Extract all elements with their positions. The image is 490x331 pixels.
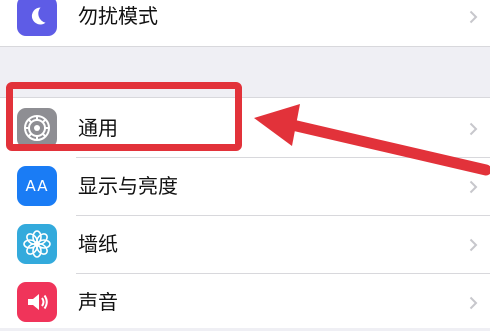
settings-group-main: 通用 AA 显示与亮度 墙纸 声音 xyxy=(0,97,490,328)
text-size-glyph: AA xyxy=(25,177,49,195)
settings-row-display-brightness[interactable]: AA 显示与亮度 xyxy=(0,158,490,215)
settings-row-wallpaper[interactable]: 墙纸 xyxy=(0,216,490,273)
gear-icon xyxy=(17,108,57,148)
speaker-icon xyxy=(17,282,57,322)
settings-group-top: 勿扰模式 xyxy=(0,0,490,47)
settings-row-general[interactable]: 通用 xyxy=(0,100,490,157)
settings-row-sounds[interactable]: 声音 xyxy=(0,274,490,331)
settings-row-do-not-disturb[interactable]: 勿扰模式 xyxy=(0,0,490,45)
chevron-right-icon xyxy=(469,180,478,194)
settings-row-label: 通用 xyxy=(78,116,118,140)
chevron-right-icon xyxy=(469,296,478,310)
flower-icon xyxy=(17,224,57,264)
chevron-right-icon xyxy=(469,10,478,24)
settings-row-label: 墙纸 xyxy=(78,232,118,256)
settings-row-label: 显示与亮度 xyxy=(78,174,178,198)
moon-icon xyxy=(17,0,57,36)
settings-row-label: 勿扰模式 xyxy=(78,4,158,28)
text-size-icon: AA xyxy=(17,166,57,206)
chevron-right-icon xyxy=(469,238,478,252)
chevron-right-icon xyxy=(469,122,478,136)
settings-row-label: 声音 xyxy=(78,290,118,314)
